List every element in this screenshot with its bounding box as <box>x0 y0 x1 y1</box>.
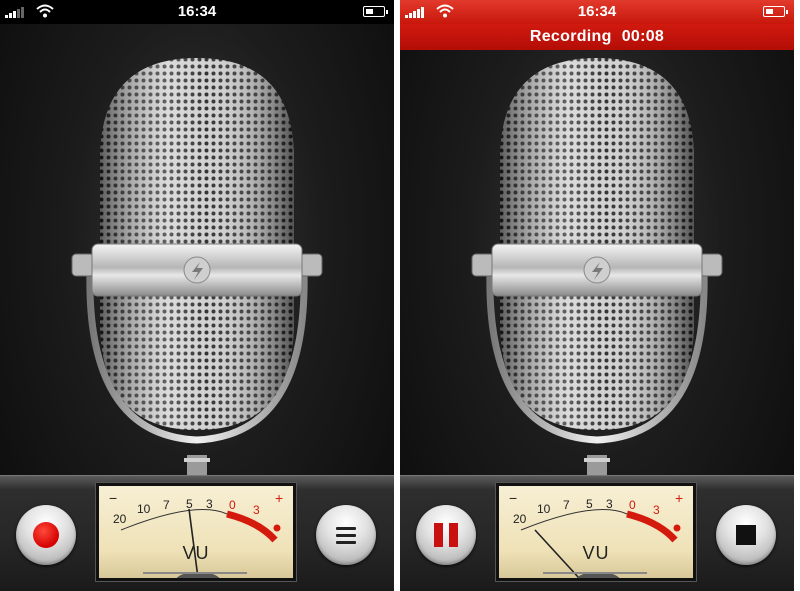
vu-meter: − + 20 10 7 5 3 0 3 VU <box>496 483 696 581</box>
microphone-illustration <box>71 58 323 475</box>
recordings-list-button[interactable] <box>316 505 376 565</box>
vu-scale <box>520 509 681 578</box>
vu-scale <box>120 508 281 578</box>
vu-meter: − + 20 10 7 5 3 0 3 VU <box>96 483 296 581</box>
stop-button[interactable] <box>716 505 776 565</box>
record-icon <box>33 522 59 548</box>
record-button[interactable] <box>16 505 76 565</box>
pause-button[interactable] <box>416 505 476 565</box>
list-icon <box>336 526 356 544</box>
vu-unit-label: VU <box>182 543 210 563</box>
stop-icon <box>736 525 756 545</box>
vu-unit-label: VU <box>582 543 610 563</box>
voice-memos-idle-screen: 16:34 − + 20 10 7 5 3 0 3 VU <box>0 0 394 591</box>
voice-memos-recording-screen: 16:34 Recording 00:08 − + 20 10 7 5 3 0 3 <box>400 0 794 591</box>
pause-icon <box>434 523 458 547</box>
microphone-illustration <box>471 58 723 475</box>
